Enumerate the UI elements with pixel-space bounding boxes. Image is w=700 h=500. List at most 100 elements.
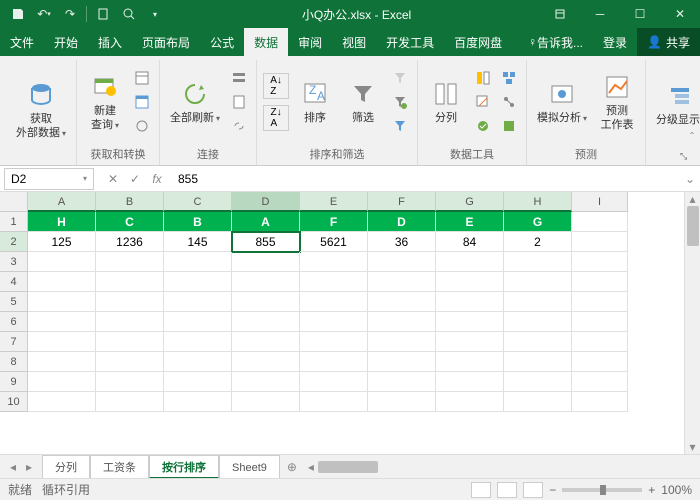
cell[interactable] xyxy=(232,272,300,292)
refresh-all-button[interactable]: 全部刷新 xyxy=(166,76,224,127)
cell[interactable] xyxy=(436,312,504,332)
row-header[interactable]: 9 xyxy=(0,372,28,392)
cell[interactable] xyxy=(436,372,504,392)
cell[interactable]: 84 xyxy=(436,232,504,252)
share-button[interactable]: 👤共享 xyxy=(637,28,700,56)
scroll-left-icon[interactable]: ◂ xyxy=(308,460,314,474)
cell[interactable] xyxy=(232,252,300,272)
forecast-sheet-button[interactable]: 预测 工作表 xyxy=(595,69,639,133)
normal-view-icon[interactable] xyxy=(471,482,491,498)
tab-formula[interactable]: 公式 xyxy=(200,28,244,56)
col-header[interactable]: E xyxy=(300,192,368,212)
reapply-icon[interactable] xyxy=(389,91,411,113)
zoom-level[interactable]: 100% xyxy=(661,483,692,497)
cell[interactable] xyxy=(96,352,164,372)
cell[interactable] xyxy=(28,252,96,272)
cell[interactable] xyxy=(368,372,436,392)
cell[interactable]: 5621 xyxy=(300,232,368,252)
cell[interactable] xyxy=(96,272,164,292)
data-model-icon[interactable] xyxy=(498,115,520,137)
collapse-ribbon-icon[interactable]: ˆ xyxy=(690,130,694,144)
cell[interactable] xyxy=(28,372,96,392)
cell[interactable] xyxy=(436,352,504,372)
cell[interactable] xyxy=(28,292,96,312)
advanced-filter-icon[interactable] xyxy=(389,115,411,137)
cell[interactable] xyxy=(164,272,232,292)
cell[interactable] xyxy=(504,252,572,272)
show-queries-icon[interactable] xyxy=(131,67,153,89)
tab-view[interactable]: 视图 xyxy=(332,28,376,56)
cell[interactable] xyxy=(96,372,164,392)
cancel-formula-icon[interactable]: ✕ xyxy=(104,172,122,186)
cell[interactable] xyxy=(28,312,96,332)
undo-icon[interactable]: ↶▾ xyxy=(34,4,54,24)
cell[interactable] xyxy=(232,292,300,312)
row-header[interactable]: 2 xyxy=(0,232,28,252)
prev-sheet-icon[interactable]: ◂ xyxy=(6,460,20,474)
get-external-data-button[interactable]: 获取 外部数据 xyxy=(12,77,70,141)
zoom-in-icon[interactable]: + xyxy=(648,483,655,497)
cell[interactable] xyxy=(28,272,96,292)
cell[interactable] xyxy=(436,332,504,352)
row-header[interactable]: 1 xyxy=(0,212,28,232)
cell[interactable]: 145 xyxy=(164,232,232,252)
cell[interactable] xyxy=(368,292,436,312)
cell[interactable] xyxy=(572,312,628,332)
data-validation-icon[interactable] xyxy=(472,115,494,137)
row-header[interactable]: 7 xyxy=(0,332,28,352)
enter-formula-icon[interactable]: ✓ xyxy=(126,172,144,186)
cell[interactable] xyxy=(164,372,232,392)
zoom-slider[interactable] xyxy=(562,488,642,492)
col-header[interactable]: G xyxy=(436,192,504,212)
clear-filter-icon[interactable] xyxy=(389,67,411,89)
col-header[interactable]: B xyxy=(96,192,164,212)
scroll-down-icon[interactable]: ▾ xyxy=(685,440,700,454)
recent-sources-icon[interactable] xyxy=(131,115,153,137)
cell[interactable] xyxy=(232,312,300,332)
row-header[interactable]: 6 xyxy=(0,312,28,332)
whatif-button[interactable]: 模拟分析 xyxy=(533,76,591,127)
col-header[interactable]: A xyxy=(28,192,96,212)
add-sheet-button[interactable]: ⊕ xyxy=(280,460,304,474)
cell[interactable] xyxy=(572,212,628,232)
cell[interactable]: 36 xyxy=(368,232,436,252)
row-header[interactable]: 4 xyxy=(0,272,28,292)
tab-insert[interactable]: 插入 xyxy=(88,28,132,56)
print-preview-icon[interactable] xyxy=(119,4,139,24)
cell[interactable]: 2 xyxy=(504,232,572,252)
cell[interactable] xyxy=(504,372,572,392)
sheet-tab[interactable]: 工资条 xyxy=(90,455,149,479)
properties-icon[interactable] xyxy=(228,91,250,113)
cell[interactable] xyxy=(368,252,436,272)
cell[interactable] xyxy=(232,392,300,412)
cell[interactable]: H xyxy=(28,212,96,232)
cell[interactable]: 1236 xyxy=(96,232,164,252)
page-break-view-icon[interactable] xyxy=(523,482,543,498)
cell[interactable] xyxy=(28,332,96,352)
cell[interactable]: 125 xyxy=(28,232,96,252)
cell[interactable] xyxy=(28,352,96,372)
col-header[interactable]: H xyxy=(504,192,572,212)
cell[interactable] xyxy=(96,252,164,272)
new-query-button[interactable]: 新建 查询 xyxy=(83,69,127,133)
tab-review[interactable]: 审阅 xyxy=(288,28,332,56)
cell[interactable] xyxy=(504,332,572,352)
cell[interactable] xyxy=(164,392,232,412)
cell[interactable] xyxy=(504,272,572,292)
save-icon[interactable] xyxy=(8,4,28,24)
row-header[interactable]: 5 xyxy=(0,292,28,312)
next-sheet-icon[interactable]: ▸ xyxy=(22,460,36,474)
cell[interactable] xyxy=(572,352,628,372)
close-icon[interactable]: ✕ xyxy=(660,0,700,28)
login-button[interactable]: 登录 xyxy=(593,28,637,56)
minimize-icon[interactable]: ─ xyxy=(580,0,620,28)
cell[interactable] xyxy=(28,392,96,412)
sheet-tab[interactable]: 按行排序 xyxy=(149,455,219,479)
cell[interactable] xyxy=(572,372,628,392)
cell[interactable] xyxy=(300,292,368,312)
redo-icon[interactable]: ↷ xyxy=(60,4,80,24)
cell[interactable]: E xyxy=(436,212,504,232)
cell[interactable] xyxy=(164,352,232,372)
tab-file[interactable]: 文件 xyxy=(0,28,44,56)
tab-developer[interactable]: 开发工具 xyxy=(376,28,444,56)
